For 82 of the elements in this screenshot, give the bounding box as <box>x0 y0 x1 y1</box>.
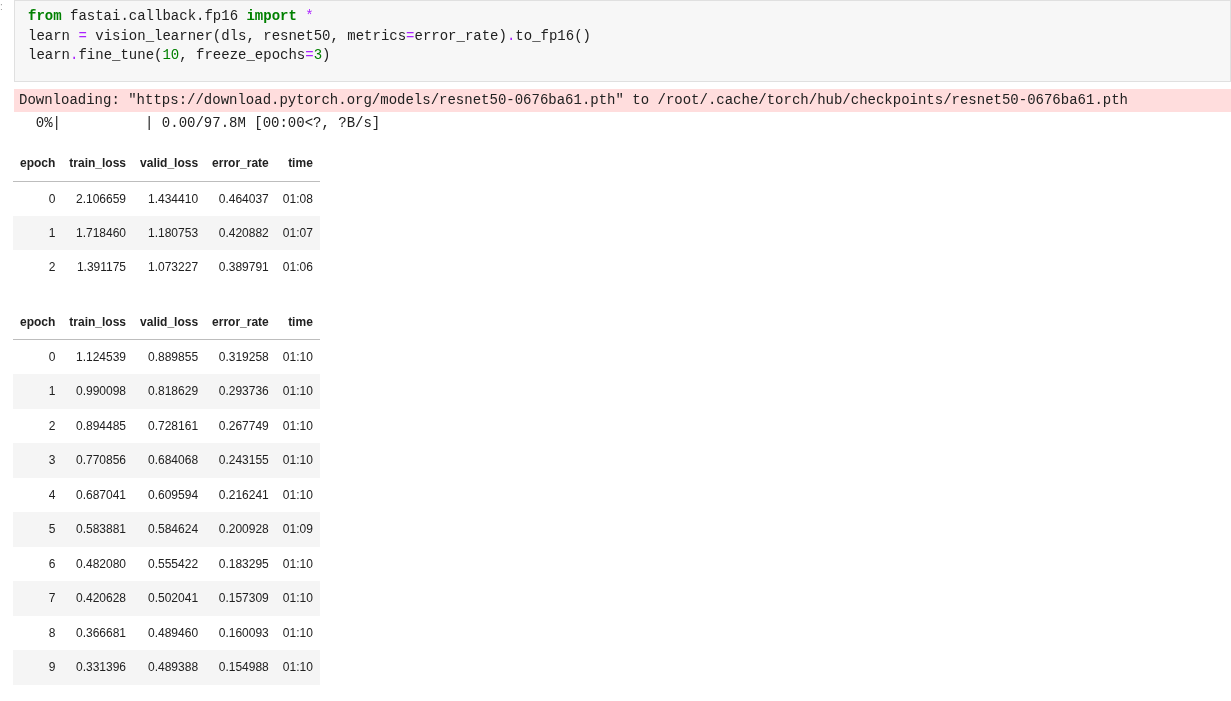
table-cell: 0.331396 <box>62 650 134 685</box>
table-cell: 0.389791 <box>205 250 276 285</box>
table-cell: 0 <box>13 181 63 216</box>
table-cell: 01:10 <box>275 374 320 409</box>
table-cell: 01:10 <box>275 581 320 616</box>
table-cell: 1.434410 <box>133 181 206 216</box>
column-header: train_loss <box>62 304 134 340</box>
table-cell: 0.160093 <box>205 615 276 650</box>
column-header: valid_loss <box>133 146 206 181</box>
table-cell: 5 <box>13 512 63 547</box>
table-cell: 1.073227 <box>133 250 206 285</box>
table-cell: 0.216241 <box>205 477 276 512</box>
table-cell: 0.200928 <box>205 512 276 547</box>
table-cell: 0.502041 <box>133 581 206 616</box>
table-cell: 0.489388 <box>133 650 206 685</box>
table-cell: 0.770856 <box>62 443 134 478</box>
table-cell: 1 <box>13 374 63 409</box>
stderr-output: Downloading: "https://download.pytorch.org/models/resnet50-0676ba61.pth" to /root/.cache/torch/hub/checkpoints/resnet50-0676ba61.pth <box>14 89 1231 112</box>
column-header: error_rate <box>205 304 276 340</box>
table-cell: 01:10 <box>275 650 320 685</box>
table-cell: 0.889855 <box>133 339 206 374</box>
table-cell: 01:10 <box>275 443 320 478</box>
table-cell: 01:10 <box>275 339 320 374</box>
table-cell: 01:08 <box>275 181 320 216</box>
table-cell: 7 <box>13 581 63 616</box>
column-header: train_loss <box>62 146 134 181</box>
table-cell: 01:10 <box>275 546 320 581</box>
column-header: time <box>275 146 320 181</box>
table-cell: 4 <box>13 477 63 512</box>
table-cell: 1.180753 <box>133 215 206 250</box>
table-cell: 01:10 <box>275 477 320 512</box>
table-cell: 0.687041 <box>62 477 134 512</box>
cell-prompt: : <box>0 2 3 12</box>
code-line: learn.fine_tune(10, freeze_epochs=3) <box>28 46 332 65</box>
table-cell: 0.489460 <box>133 615 206 650</box>
column-header: epoch <box>13 146 63 181</box>
table-cell: 0 <box>13 339 63 374</box>
table-cell: 1.391175 <box>62 250 134 285</box>
table-cell: 0.583881 <box>62 512 134 547</box>
table-cell: 01:10 <box>275 408 320 443</box>
table-cell: 0.464037 <box>205 181 276 216</box>
table-cell: 8 <box>13 615 63 650</box>
table-cell: 01:10 <box>275 615 320 650</box>
table-cell: 0.584624 <box>133 512 206 547</box>
column-header: error_rate <box>205 146 276 181</box>
table-cell: 0.990098 <box>62 374 134 409</box>
code-cell[interactable]: from fastai.callback.fp16 import * learn = vision_learner(dls, resnet50, metrics=error_rate).to_fp16() learn.fine_tune(10, freeze_epochs=3) <box>14 0 1231 82</box>
table-cell: 0.267749 <box>205 408 276 443</box>
table-cell: 2 <box>13 408 63 443</box>
column-header: epoch <box>13 304 63 340</box>
table-cell: 9 <box>13 650 63 685</box>
table-cell: 0.420628 <box>62 581 134 616</box>
table-cell: 2.106659 <box>62 181 134 216</box>
column-header: time <box>275 304 320 340</box>
table-cell: 0.684068 <box>133 443 206 478</box>
table-cell: 0.555422 <box>133 546 206 581</box>
table-cell: 0.293736 <box>205 374 276 409</box>
table-cell: 01:07 <box>275 215 320 250</box>
table-cell: 0.482080 <box>62 546 134 581</box>
table-cell: 0.366681 <box>62 615 134 650</box>
table-cell: 0.609594 <box>133 477 206 512</box>
table-cell: 0.154988 <box>205 650 276 685</box>
table-cell: 1 <box>13 215 63 250</box>
table-cell: 0.243155 <box>205 443 276 478</box>
table-cell: 1.124539 <box>62 339 134 374</box>
table-cell: 0.157309 <box>205 581 276 616</box>
table-cell: 01:09 <box>275 512 320 547</box>
table-cell: 0.183295 <box>205 546 276 581</box>
table-cell: 0.728161 <box>133 408 206 443</box>
table-cell: 01:06 <box>275 250 320 285</box>
table-cell: 1.718460 <box>62 215 134 250</box>
column-header: valid_loss <box>133 304 206 340</box>
table-cell: 0.319258 <box>205 339 276 374</box>
table-cell: 0.894485 <box>62 408 134 443</box>
table-cell: 2 <box>13 250 63 285</box>
table-cell: 0.420882 <box>205 215 276 250</box>
table-cell: 6 <box>13 546 63 581</box>
table-cell: 0.818629 <box>133 374 206 409</box>
table-cell: 3 <box>13 443 63 478</box>
progress-text: 0%| | 0.00/97.8M [00:00<?, ?B/s] <box>34 114 381 133</box>
code-line: from fastai.callback.fp16 import * <box>28 7 315 26</box>
code-line: learn = vision_learner(dls, resnet50, metrics=error_rate).to_fp16() <box>28 26 592 46</box>
